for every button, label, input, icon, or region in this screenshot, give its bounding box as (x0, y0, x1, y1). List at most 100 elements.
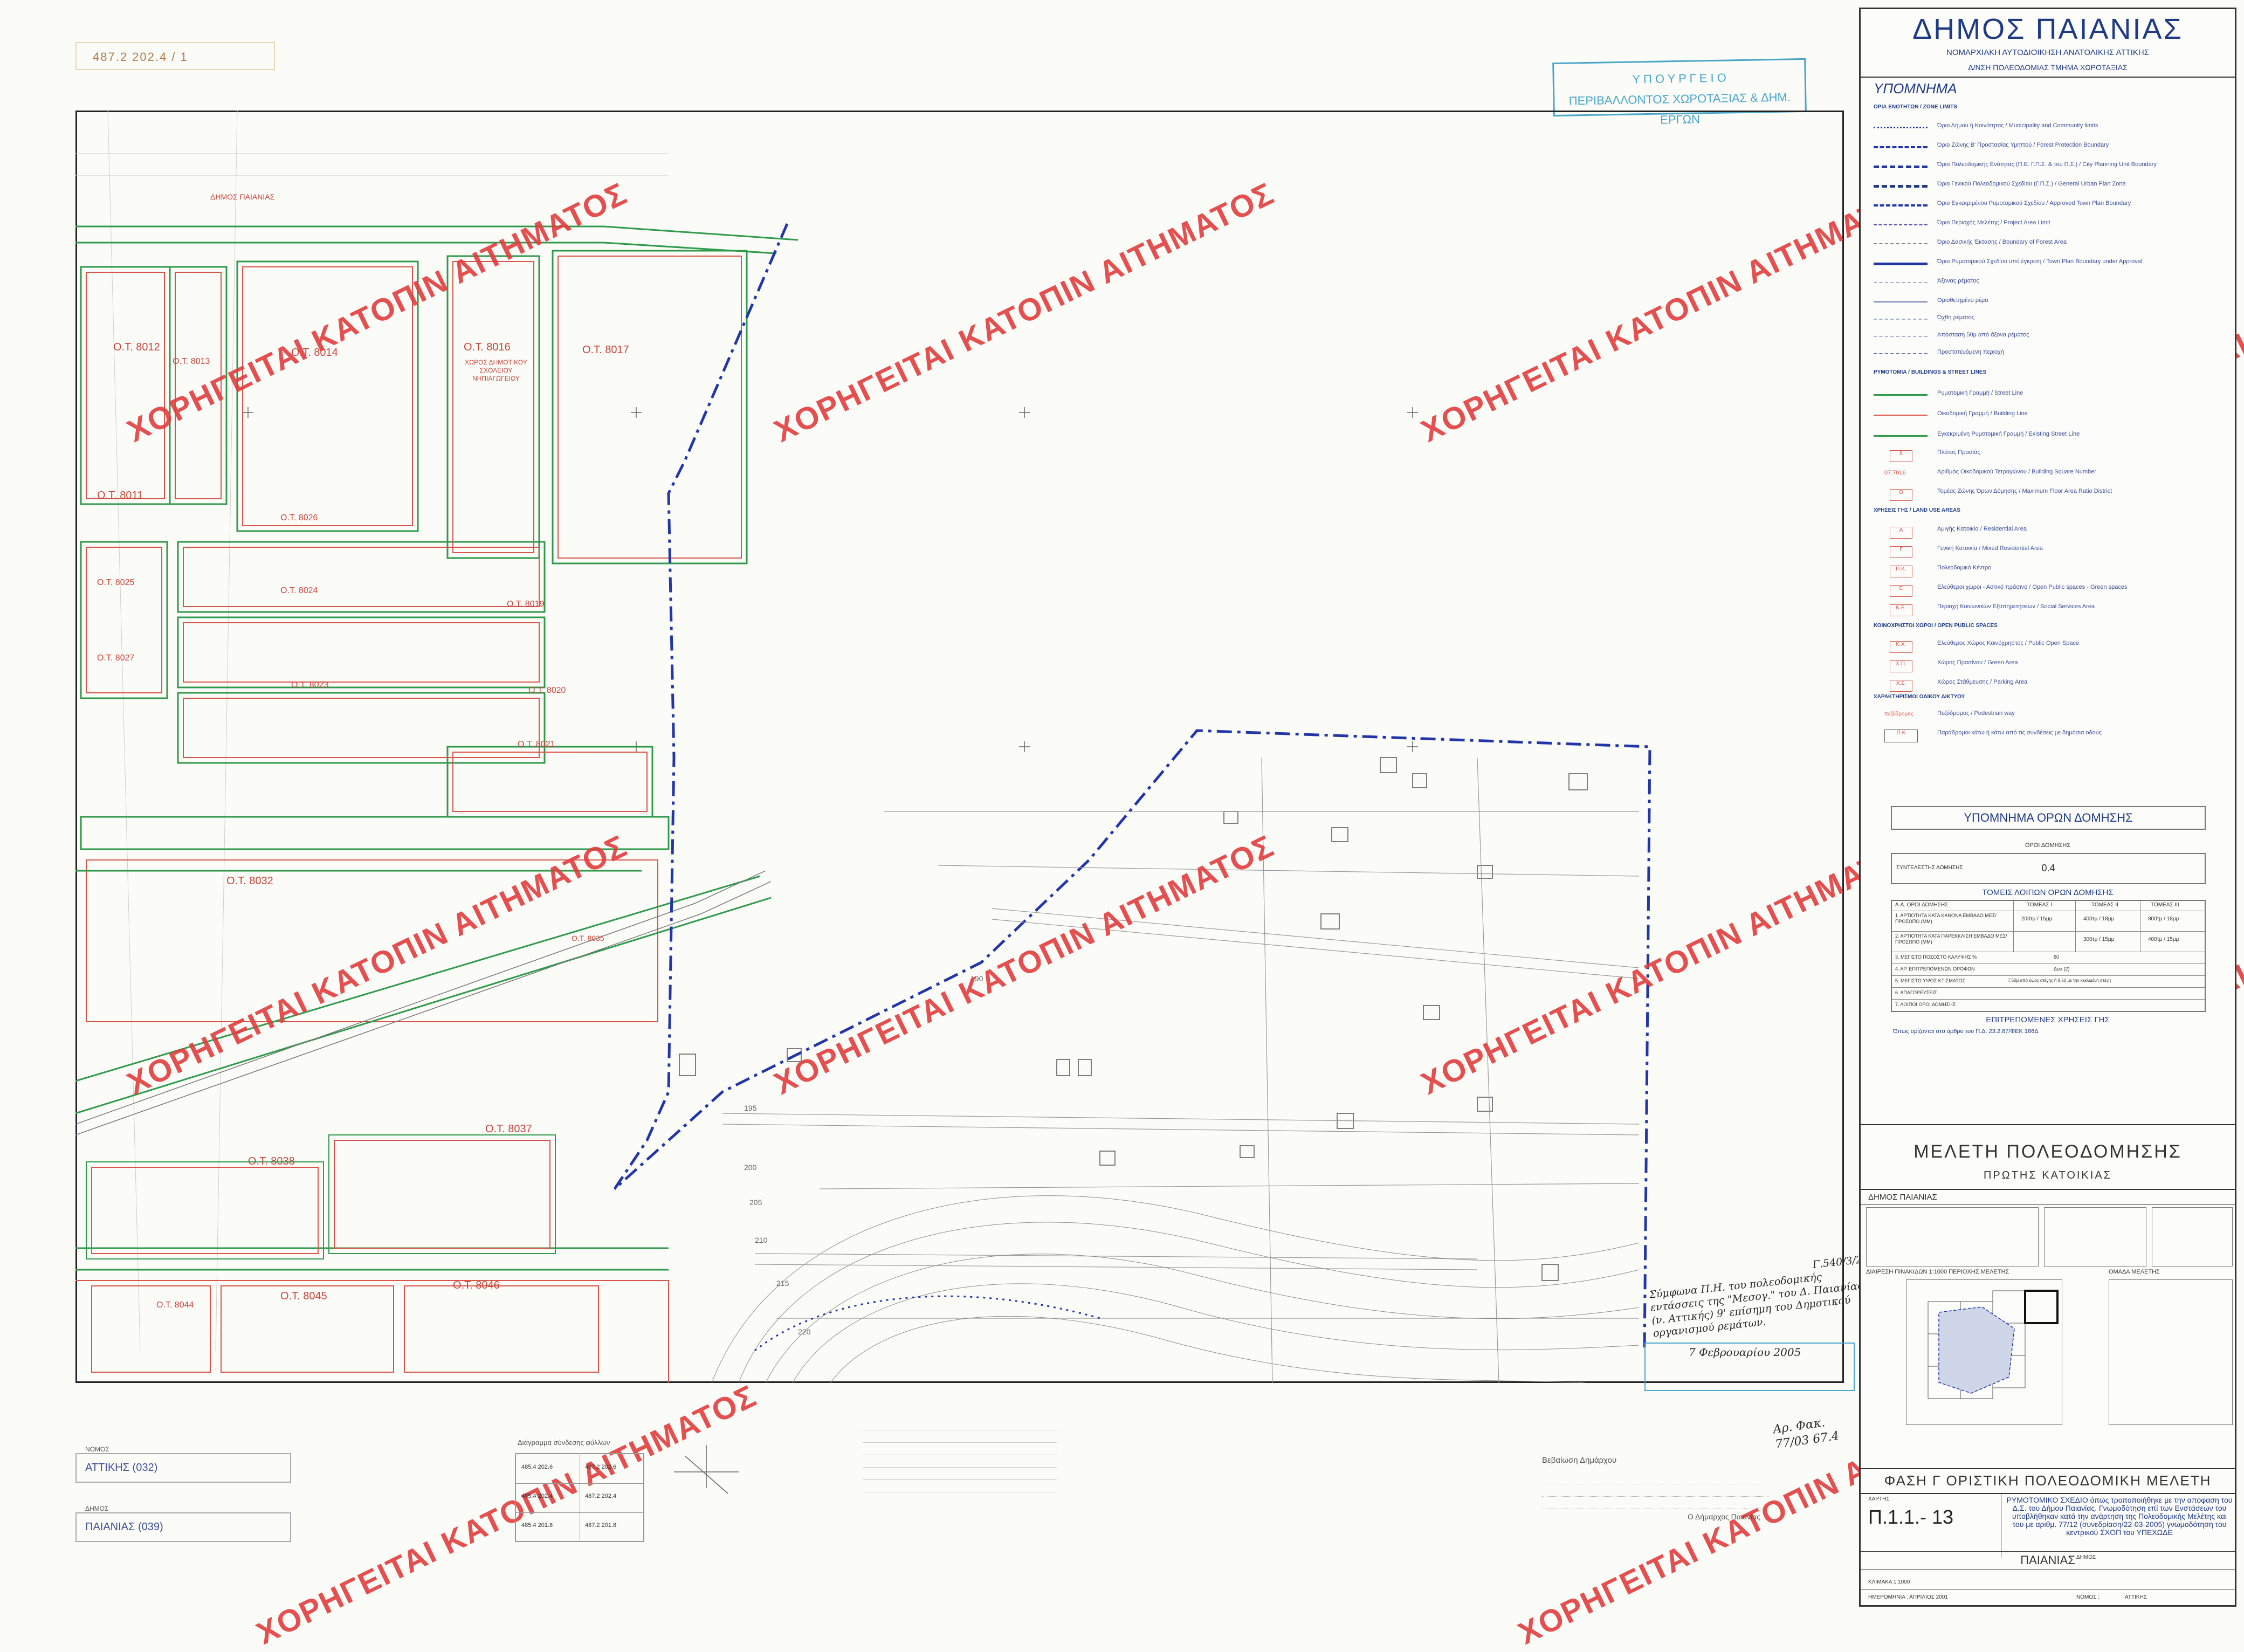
sector-row-label: 1. ΑΡΤΙΟΤΗΤΑ ΚΑΤΑ ΚΑΝΟΝΑ ΕΜΒΑΔΟ ΜΕΣ/ΠΡΟΣ… (1895, 913, 1997, 924)
sector-col: ΤΟΜΕΑΣ Ι (2027, 902, 2053, 908)
block-8027: Ο.Τ. 8027 (97, 653, 134, 663)
grid-cell: 485.4 202.4 (521, 1493, 553, 1499)
legend-section: ΟΡΙΑ ΕΝΟΤΗΤΩΝ / ZONE LIMITS (1874, 104, 1958, 110)
certify-lines (1542, 1472, 1768, 1509)
nomos-value: ΑΤΤΙΚΗΣ (032) (85, 1462, 158, 1474)
block-8038: Ο.Τ. 8038 (248, 1155, 295, 1167)
date: ΗΜΕΡΟΜΗΝΙΑ : ΑΠΡΙΛΙΟΣ 2001 (1868, 1594, 1948, 1600)
sector-cell: 300τμ / 15μμ (2083, 937, 2115, 942)
sector-cell: 60 (2054, 954, 2060, 960)
grid-cell: 485.4 202.6 (521, 1464, 553, 1470)
nomos-value-panel: ΑΤΤΙΚΗΣ (2125, 1594, 2147, 1600)
block-8024: Ο.Τ. 8024 (280, 586, 318, 595)
certify-sign: Ο Δήμαρχος Παιανίας (1688, 1512, 1761, 1521)
grid-title: Διάγραμμα σύνδεσης φύλλων (518, 1438, 610, 1447)
sector-cell: 7,50μ από ύψος στέγης ή 8,50 με την κεκλ… (2008, 978, 2111, 983)
sector-row-label: 3. ΜΕΓΙΣΤΟ ΠΟΣΟΣΤΟ ΚΑΛΥΨΗΣ % (1895, 954, 1977, 960)
surveyed-lots (679, 757, 1588, 1281)
building-terms-title-box: ΥΠΟΜΝΗΜΑ ΟΡΩΝ ΔΟΜΗΣΗΣ (1891, 806, 2206, 830)
study-title: ΜΕΛΕΤΗ ΠΟΛΕΟΔΟΜΗΣΗΣ (1913, 1141, 2182, 1162)
map-label: ΧΑΡΤΗΣ (1868, 1496, 1890, 1502)
sector-cell: Δύο (2) (2054, 966, 2070, 972)
grid-cell: 487.2 201.8 (585, 1522, 617, 1529)
info-block-mid (2044, 1207, 2146, 1266)
block-8017: Ο.Τ. 8017 (582, 344, 629, 356)
panel-title: ΔΗΜΟΣ ΠΑΙΑΝΙΑΣ (1912, 13, 2183, 45)
map-code: Π.1.1.- 13 (1868, 1506, 1954, 1528)
block-8044: Ο.Τ. 8044 (156, 1300, 194, 1310)
block-8025: Ο.Τ. 8025 (97, 578, 134, 587)
school-area-note: ΧΩΡΟΣ ΔΗΜΟΤΙΚΟΥ ΣΧΟΛΕΙΟΥ ΝΗΠΙΑΓΩΓΕΙΟΥ (465, 359, 527, 382)
contours (711, 1195, 1640, 1383)
ratio-value: 0.4 (2041, 863, 2055, 873)
panel-subtitle: ΝΟΜΑΡΧΙΑΚΗ ΑΥΤΟΔΙΟΙΚΗΣΗ ΑΝΑΤΟΛΙΚΗΣ ΑΤΤΙΚ… (1946, 48, 2149, 57)
north-arrow (674, 1445, 739, 1494)
uses-text: Όπως ορίζονται στο άρθρο του Π.Δ. 23.2.8… (1893, 1028, 2039, 1035)
block-8026: Ο.Τ. 8026 (280, 513, 318, 522)
info-block-left (1866, 1207, 2039, 1266)
block-8037: Ο.Τ. 8037 (485, 1123, 532, 1135)
title-panel: ΔΗΜΟΣ ΠΑΙΑΝΙΑΣ ΝΟΜΑΡΧΙΑΚΗ ΑΥΤΟΔΙΟΙΚΗΣΗ Α… (1859, 8, 2236, 1607)
sector-cell: 400τμ / 18μμ (2083, 916, 2115, 922)
map-drawing: 190 195 200 205 210 215 220 ΔΗΜΟΣ ΠΑΙΑΝΙ… (75, 111, 1651, 1383)
contour-label-200: 200 (744, 1163, 757, 1172)
sector-row-label: 5. ΜΕΓΙΣΤΟ ΥΨΟΣ ΚΤΙΣΜΑΤΟΣ (1895, 978, 1966, 983)
block-8035: Ο.Τ. 8035 (572, 934, 604, 942)
survey-notes (863, 1418, 1057, 1537)
sheet-numbers: 487.2 202.4 / 1 (93, 50, 188, 64)
contour-label-215: 215 (776, 1279, 789, 1288)
building-terms-title: ΥΠΟΜΝΗΜΑ ΟΡΩΝ ΔΟΜΗΣΗΣ (1964, 811, 2133, 824)
grid-cell: 487.2 202.6 (585, 1464, 617, 1470)
hand-date: 7 Φεβρουαρίου 2005 (1689, 1346, 1801, 1359)
block-8012: Ο.Τ. 8012 (113, 341, 160, 353)
legend-section: ΚΟΙΝΟΧΡΗΣΤΟΙ ΧΩΡΟΙ / OPEN PUBLIC SPACES (1874, 623, 1998, 629)
legend-section: ΧΡΗΣΕΙΣ ΓΗΣ / LAND USE AREAS (1874, 507, 1960, 513)
block-8045: Ο.Τ. 8045 (280, 1290, 327, 1302)
hand-reference: Αρ. Φακ. 77/03 67.4 (1772, 1416, 1840, 1452)
sector-col: ΤΟΜΕΑΣ ΙΙ (2091, 902, 2118, 908)
scale: ΚΛΙΜΑΚΑ 1:1000 (1868, 1579, 1910, 1585)
grid-cell: 487.2 202.4 (585, 1493, 617, 1499)
sheets-title: ΔΙΑΙΡΕΣΗ ΠΙΝΑΚΙΔΩΝ 1:1000 ΠΕΡΙΟΧΗΣ ΜΕΛΕΤ… (1866, 1269, 2009, 1275)
sector-cell: 800τμ / 18μμ (2148, 916, 2179, 922)
sector-cell: 200τμ / 15μμ (2021, 916, 2053, 922)
building-terms-sub: ΟΡΟΙ ΔΟΜΗΣΗΣ (2025, 842, 2071, 849)
dimos-box: ΔΗΜΟΣ ΠΑΙΑΝΙΑΣ (039) (75, 1505, 291, 1542)
contour-label-210: 210 (755, 1236, 768, 1244)
team-block (2109, 1279, 2233, 1425)
sectors-title: ΤΟΜΕΙΣ ΛΟΙΠΩΝ ΟΡΩΝ ΔΟΜΗΣΗΣ (1982, 888, 2114, 897)
dimos-value: ΠΑΙΑΝΙΑΣ (2020, 1553, 2075, 1567)
dimos-label: ΔΗΜΟΣ (85, 1505, 109, 1512)
legend-title: ΥΠΟΜΝΗΜΑ (1874, 80, 1957, 97)
nomos-label: ΝΟΜΟΣ (85, 1446, 109, 1453)
grid-cell: 485.4 201.8 (521, 1522, 553, 1529)
legend-section: ΧΑΡΑΚΤΗΡΙΣΜΟΙ ΟΔΙΚΟΥ ΔΙΚΤΥΟΥ (1874, 694, 1965, 700)
block-8011: Ο.Τ. 8011 (97, 490, 143, 501)
contour-label-220: 220 (798, 1327, 811, 1336)
team-title: ΟΜΑΔΑ ΜΕΛΕΤΗΣ (2109, 1269, 2160, 1275)
sector-row-label: 7. ΛΟΙΠΟΙ ΟΡΟΙ ΔΟΜΗΣΗΣ (1895, 1002, 1956, 1007)
phase-title: ΦΑΣΗ Γ ΟΡΙΣΤΙΚΗ ΠΟΛΕΟΔΟΜΙΚΗ ΜΕΛΕΤΗ (1884, 1472, 2212, 1489)
panel-dept: Δ/ΝΣΗ ΠΟΛΕΟΔΟΜΙΑΣ ΤΜΗΜΑ ΧΩΡΟΤΑΞΙΑΣ (1968, 63, 2128, 72)
sheets-index-drawing (1928, 1290, 2059, 1399)
nomos-label-panel: ΝΟΜΟΣ : (2076, 1594, 2100, 1600)
uses-title: ΕΠΙΤΡΕΠΟΜΕΝΕΣ ΧΡΗΣΕΙΣ ΓΗΣ (1986, 1015, 2110, 1024)
certify-title: Βεβαίωση Δημάρχου (1542, 1456, 1617, 1465)
sector-col: Α.Α. ΟΡΟΙ ΔΟΜΗΣΗΣ (1895, 902, 1949, 908)
approval-text: ΡΥΜΟΤΟΜΙΚΟ ΣΧΕΔΙΟ όπως τροποποιήθηκε με … (2006, 1496, 2233, 1537)
sector-row-label: 6. ΑΠΑΓΟΡΕΥΣΕΙΣ (1895, 990, 1937, 995)
block-8021: Ο.Τ. 8021 (518, 740, 555, 749)
study-subtitle: ΠΡΩΤΗΣ ΚΑΤΟΙΚΙΑΣ (1983, 1169, 2112, 1181)
sectors-table: Α.Α. ΟΡΟΙ ΔΟΜΗΣΗΣ ΤΟΜΕΑΣ Ι ΤΟΜΕΑΣ ΙΙ ΤΟΜ… (1891, 900, 2206, 1012)
legend-section: ΡΥΜΟΤΟΜΙΑ / BUILDINGS & STREET LINES (1874, 369, 1987, 375)
municipality-label: ΔΗΜΟΣ ΠΑΙΑΝΙΑΣ (210, 192, 275, 201)
block-8032: Ο.Τ. 8032 (226, 875, 273, 887)
sector-col: ΤΟΜΕΑΣ ΙΙΙ (2151, 902, 2179, 908)
ratio-box: ΣΥΝΤΕΛΕΣΤΗΣ ΔΟΜΗΣΗΣ 0.4 (1891, 853, 2206, 884)
sheets-index-map (1906, 1279, 2062, 1425)
nomos-box: ΝΟΜΟΣ ΑΤΤΙΚΗΣ (032) (75, 1446, 291, 1483)
ministry-stamp: Υ Π Ο Υ Ρ Γ Ε Ι Ο ΠΕΡΙΒΑΛΛΟΝΤΟΣ ΧΩΡΟΤΑΞΙ… (1552, 58, 1807, 127)
contour-label-195: 195 (744, 1104, 757, 1112)
sheet-grid: 485.4 202.6 487.2 202.6 485.4 202.4 487.… (515, 1453, 644, 1542)
block-8016: Ο.Τ. 8016 (464, 341, 511, 353)
